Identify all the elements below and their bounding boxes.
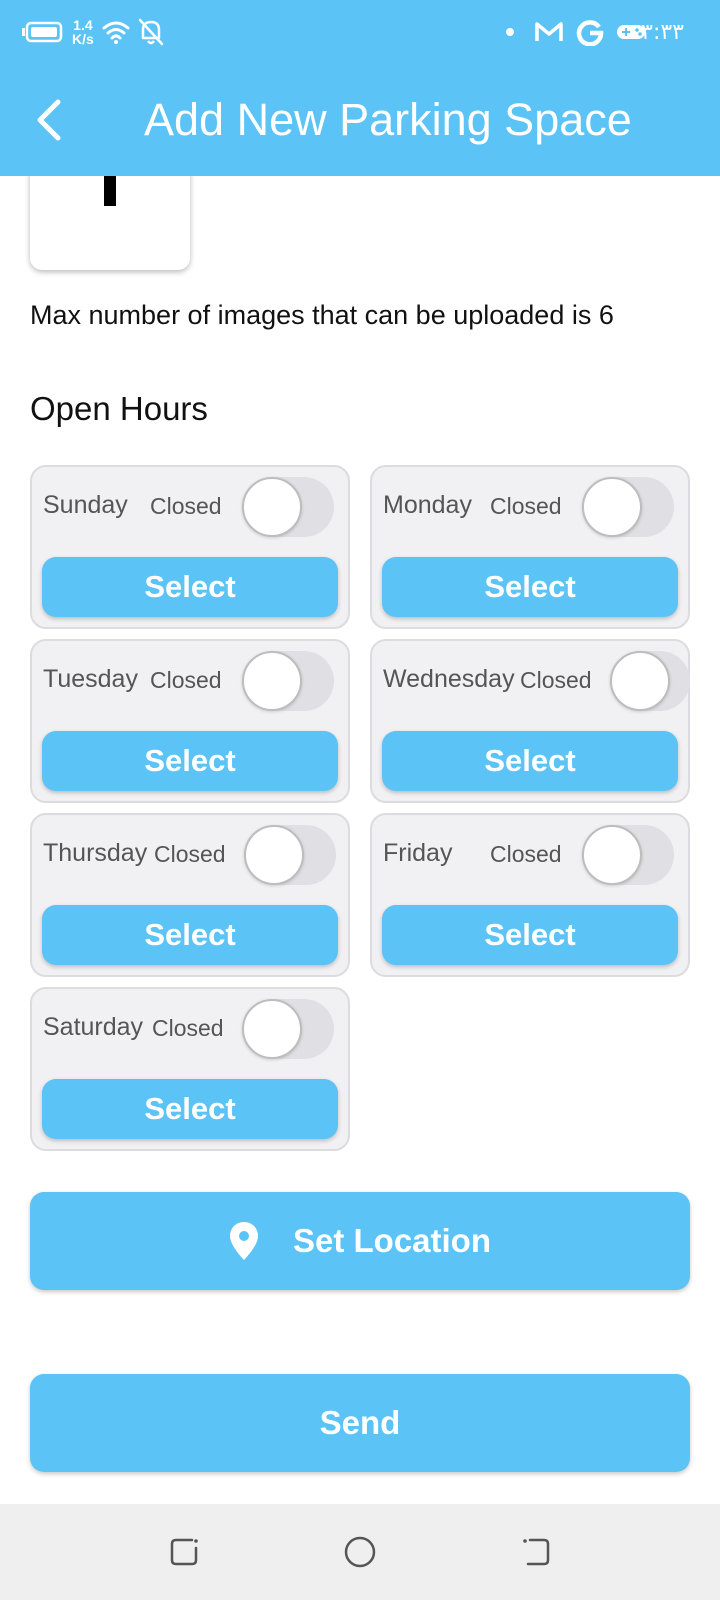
toggle-knob [582, 825, 642, 885]
set-location-label: Set Location [292, 1222, 492, 1259]
day-status: Closed [150, 493, 222, 519]
day-name: Wednesday [383, 665, 515, 693]
wifi-icon [102, 0, 130, 64]
select-hours-button[interactable]: Select [382, 731, 678, 791]
net-speed-unit: K/s [72, 31, 94, 47]
chevron-left-icon [37, 99, 61, 141]
day-toggle[interactable] [244, 825, 336, 885]
toggle-knob [582, 477, 642, 537]
day-toggle[interactable] [242, 477, 334, 537]
day-status: Closed [520, 667, 592, 693]
day-name: Saturday [43, 1013, 144, 1041]
net-speed-value: 1.4 [73, 17, 93, 33]
plus-icon-stem [104, 176, 116, 206]
max-images-note: Max number of images that can be uploade… [30, 300, 614, 330]
send-button[interactable]: Send [30, 1374, 690, 1472]
status-bar: 1.4 K/s ٣:٣٣ [0, 0, 720, 64]
day-status: Closed [150, 667, 222, 693]
day-name: Thursday [43, 839, 148, 867]
day-status: Closed [152, 1015, 224, 1041]
day-card-sunday: Sunday Closed Select [30, 465, 350, 629]
toggle-knob [242, 999, 302, 1059]
day-status: Closed [490, 493, 562, 519]
notifications-off-icon [138, 0, 164, 64]
gmail-icon [534, 0, 564, 64]
day-toggle[interactable] [242, 999, 334, 1059]
day-card-saturday: Saturday Closed Select [30, 987, 350, 1151]
day-toggle[interactable] [582, 825, 674, 885]
recent-apps-icon[interactable] [160, 1528, 208, 1576]
day-status: Closed [490, 841, 562, 867]
network-speed: 1.4 K/s [72, 0, 94, 64]
select-hours-button[interactable]: Select [382, 905, 678, 965]
dot-icon [504, 0, 516, 64]
select-hours-button[interactable]: Select [42, 905, 338, 965]
day-name: Tuesday [43, 665, 138, 693]
select-hours-button[interactable]: Select [42, 1079, 338, 1139]
day-toggle[interactable] [242, 651, 334, 711]
day-card-thursday: Thursday Closed Select [30, 813, 350, 977]
toggle-knob [242, 477, 302, 537]
select-hours-button[interactable]: Select [42, 557, 338, 617]
home-icon[interactable] [336, 1528, 384, 1576]
location-pin-icon [229, 1221, 259, 1261]
form-content: Max number of images that can be uploade… [0, 176, 720, 1504]
send-label: Send [319, 1404, 401, 1441]
toggle-knob [242, 651, 302, 711]
back-button[interactable] [22, 92, 78, 148]
day-card-monday: Monday Closed Select [370, 465, 690, 629]
toggle-knob [610, 651, 670, 711]
day-card-wednesday: Wednesday Closed Select [370, 639, 690, 803]
day-toggle[interactable] [582, 477, 674, 537]
select-hours-button[interactable]: Select [42, 731, 338, 791]
day-name: Friday [383, 839, 453, 867]
toggle-knob [244, 825, 304, 885]
page-title: Add New Parking Space [144, 94, 632, 145]
day-status: Closed [154, 841, 226, 867]
app-bar: Add New Parking Space [0, 64, 720, 176]
status-time: ٣:٣٣ [641, 19, 684, 45]
day-card-tuesday: Tuesday Closed Select [30, 639, 350, 803]
day-name: Monday [383, 491, 472, 519]
select-hours-button[interactable]: Select [382, 557, 678, 617]
day-name: Sunday [43, 491, 128, 519]
day-toggle[interactable] [610, 651, 690, 711]
battery-icon [22, 0, 64, 64]
system-nav-bar [0, 1504, 720, 1600]
back-icon[interactable] [512, 1528, 560, 1576]
open-hours-title: Open Hours [30, 390, 208, 427]
set-location-button[interactable]: Set Location [30, 1192, 690, 1290]
add-image-button[interactable] [30, 176, 190, 270]
day-card-friday: Friday Closed Select [370, 813, 690, 977]
google-icon [576, 0, 604, 64]
